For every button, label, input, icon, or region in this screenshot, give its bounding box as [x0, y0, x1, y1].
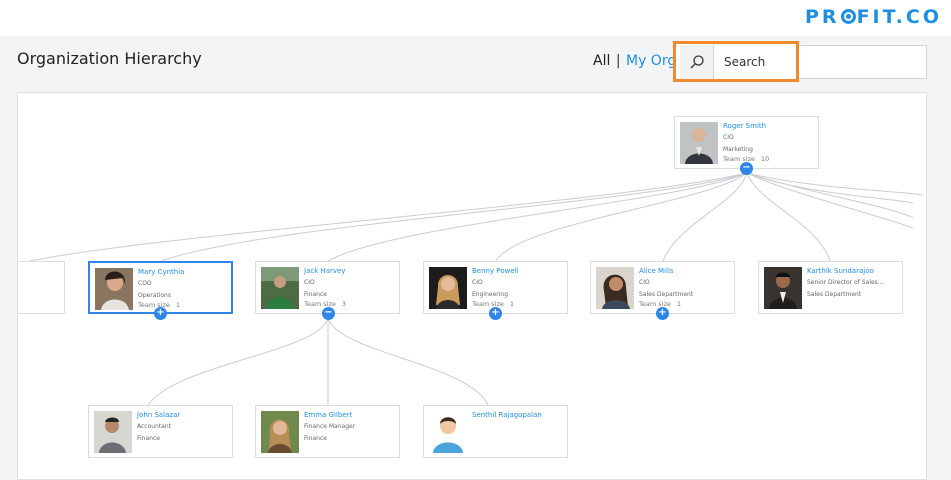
employee-card-senthil-rajagopalan[interactable]: Senthil Rajagopalan — [423, 405, 568, 458]
default-avatar-icon — [429, 411, 467, 453]
page-title: Organization Hierarchy — [17, 49, 202, 68]
employee-department: Finance — [137, 435, 160, 442]
employee-department: Operations — [138, 292, 171, 299]
filter-all-link[interactable]: All — [593, 53, 610, 69]
search-button[interactable] — [680, 45, 714, 79]
employee-role: Senior Director of Sales... — [807, 279, 884, 286]
expand-toggle[interactable]: + — [656, 307, 669, 320]
employee-role: CIO — [472, 279, 483, 286]
avatar — [680, 122, 718, 164]
employee-name[interactable]: Alice Mills — [639, 267, 674, 275]
expand-toggle[interactable]: + — [489, 307, 502, 320]
employee-role: CIO — [304, 279, 315, 286]
employee-name[interactable]: Mary Cynthia — [138, 268, 184, 276]
employee-role: Finance Manager — [304, 423, 356, 430]
partial-employee-card[interactable] — [18, 261, 65, 314]
employee-role: CIO — [639, 279, 650, 286]
org-filter: All | My Org — [593, 53, 676, 69]
avatar — [429, 267, 467, 309]
profit-logo[interactable]: PR FIT.CO — [805, 6, 942, 28]
employee-role: Accountant — [137, 423, 172, 430]
employee-name[interactable]: Emma Gilbert — [304, 411, 352, 419]
employee-name[interactable]: John Salazar — [137, 411, 180, 419]
employee-name[interactable]: Senthil Rajagopalan — [472, 411, 542, 419]
employee-department: Engineering — [472, 291, 508, 298]
employee-department: Sales Department — [807, 291, 862, 298]
avatar — [764, 267, 802, 309]
top-bar: PR FIT.CO — [0, 0, 951, 36]
filter-my-org-link[interactable]: My Org — [626, 53, 676, 69]
search-input[interactable]: Search — [724, 55, 765, 69]
expand-toggle[interactable]: + — [154, 307, 167, 320]
employee-name[interactable]: Roger Smith — [723, 122, 766, 130]
employee-card-karthik-sundarajoo[interactable]: Karthik Sundarajoo Senior Director of Sa… — [758, 261, 903, 314]
logo-target-icon — [840, 9, 856, 24]
collapse-toggle[interactable]: − — [322, 307, 335, 320]
employee-card-emma-gilbert[interactable]: Emma Gilbert Finance Manager Finance — [255, 405, 400, 458]
employee-name[interactable]: Jack Harvey — [304, 267, 346, 275]
avatar — [95, 268, 133, 310]
filter-separator: | — [615, 53, 621, 69]
avatar — [261, 267, 299, 309]
employee-department: Marketing — [723, 146, 753, 153]
employee-card-john-salazar[interactable]: John Salazar Accountant Finance — [88, 405, 233, 458]
avatar — [261, 411, 299, 453]
employee-department: Finance — [304, 291, 327, 298]
avatar — [94, 411, 132, 453]
employee-role: CIO — [723, 134, 734, 141]
employee-department: Sales Department — [639, 291, 694, 298]
avatar — [596, 267, 634, 309]
employee-role: COO — [138, 280, 152, 287]
employee-department: Finance — [304, 435, 327, 442]
search-icon — [690, 55, 704, 69]
employee-name[interactable]: Karthik Sundarajoo — [807, 267, 874, 275]
org-chart-canvas[interactable]: Roger Smith CIO Marketing Team size 10 − … — [17, 92, 927, 480]
collapse-toggle-root[interactable]: − — [740, 162, 753, 175]
employee-name[interactable]: Benny Powell — [472, 267, 519, 275]
